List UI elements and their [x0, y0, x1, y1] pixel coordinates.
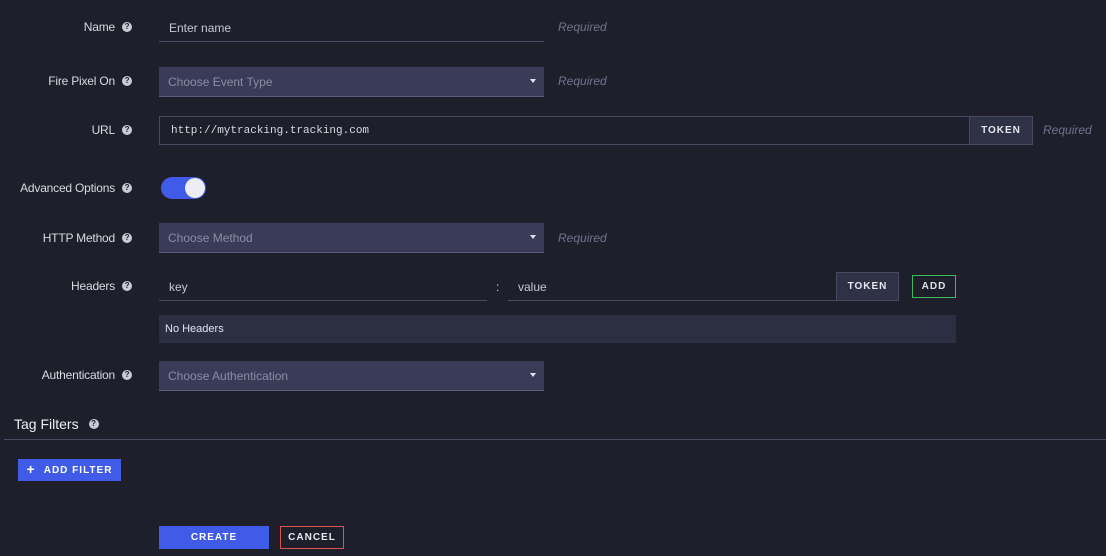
add-header-button[interactable]: ADD: [912, 275, 956, 298]
section-divider: [4, 439, 1106, 440]
http-method-select[interactable]: Choose Method: [159, 223, 544, 253]
authentication-label-row: Authentication ?: [42, 368, 132, 382]
header-token-button[interactable]: TOKEN: [836, 272, 899, 301]
name-required-hint: Required: [558, 20, 607, 34]
advanced-label-row: Advanced Options ?: [20, 181, 132, 195]
tag-filters-heading: Tag Filters ?: [14, 416, 99, 432]
http-method-required-hint: Required: [558, 231, 607, 245]
help-icon[interactable]: ?: [88, 419, 99, 429]
create-button[interactable]: CREATE: [159, 526, 269, 549]
key-value-separator: :: [496, 280, 500, 294]
no-headers-text: No Headers: [165, 323, 224, 335]
advanced-options-label: Advanced Options: [20, 181, 115, 195]
name-label-row: Name ?: [84, 20, 132, 34]
help-icon[interactable]: ?: [122, 183, 132, 193]
add-filter-button[interactable]: + ADD FILTER: [18, 459, 121, 481]
header-value-input[interactable]: [508, 273, 837, 301]
fire-pixel-label-row: Fire Pixel On ?: [48, 74, 132, 88]
cancel-button[interactable]: CANCEL: [280, 526, 344, 549]
pixel-form-page: Name ? Required Fire Pixel On ? Choose E…: [0, 0, 1106, 556]
headers-empty-state: No Headers: [159, 315, 956, 343]
help-icon[interactable]: ?: [122, 233, 132, 243]
url-token-button[interactable]: TOKEN: [969, 116, 1033, 145]
help-icon[interactable]: ?: [122, 76, 132, 86]
event-type-select[interactable]: Choose Event Type: [159, 67, 544, 97]
http-method-label-row: HTTP Method ?: [43, 231, 132, 245]
fire-pixel-label: Fire Pixel On: [48, 74, 115, 88]
help-icon[interactable]: ?: [122, 281, 132, 291]
url-value: http://mytracking.tracking.com: [171, 124, 370, 137]
http-method-placeholder: Choose Method: [168, 230, 253, 245]
add-filter-label: ADD FILTER: [43, 464, 113, 476]
name-input[interactable]: [159, 14, 544, 42]
header-key-input[interactable]: [159, 273, 487, 301]
event-type-placeholder: Choose Event Type: [168, 74, 273, 89]
authentication-label: Authentication: [41, 368, 115, 382]
name-label: Name: [83, 20, 115, 34]
chevron-down-icon: [530, 79, 536, 83]
help-icon[interactable]: ?: [122, 22, 132, 32]
url-input[interactable]: http://mytracking.tracking.com: [159, 116, 970, 145]
url-label: URL: [91, 123, 116, 137]
plus-icon: +: [26, 461, 36, 477]
help-icon[interactable]: ?: [122, 370, 132, 380]
toggle-knob: [185, 178, 205, 198]
chevron-down-icon: [530, 235, 536, 239]
help-icon[interactable]: ?: [122, 125, 132, 135]
authentication-select[interactable]: Choose Authentication: [159, 361, 544, 391]
fire-pixel-required-hint: Required: [558, 74, 607, 88]
headers-label-row: Headers ?: [71, 279, 132, 293]
headers-label: Headers: [71, 279, 115, 293]
chevron-down-icon: [530, 373, 536, 377]
authentication-placeholder: Choose Authentication: [168, 368, 289, 383]
tag-filters-title: Tag Filters: [14, 416, 79, 432]
advanced-options-toggle[interactable]: [161, 177, 206, 199]
url-required-hint: Required: [1043, 123, 1092, 137]
url-label-row: URL ?: [92, 123, 132, 137]
http-method-label: HTTP Method: [42, 231, 115, 245]
